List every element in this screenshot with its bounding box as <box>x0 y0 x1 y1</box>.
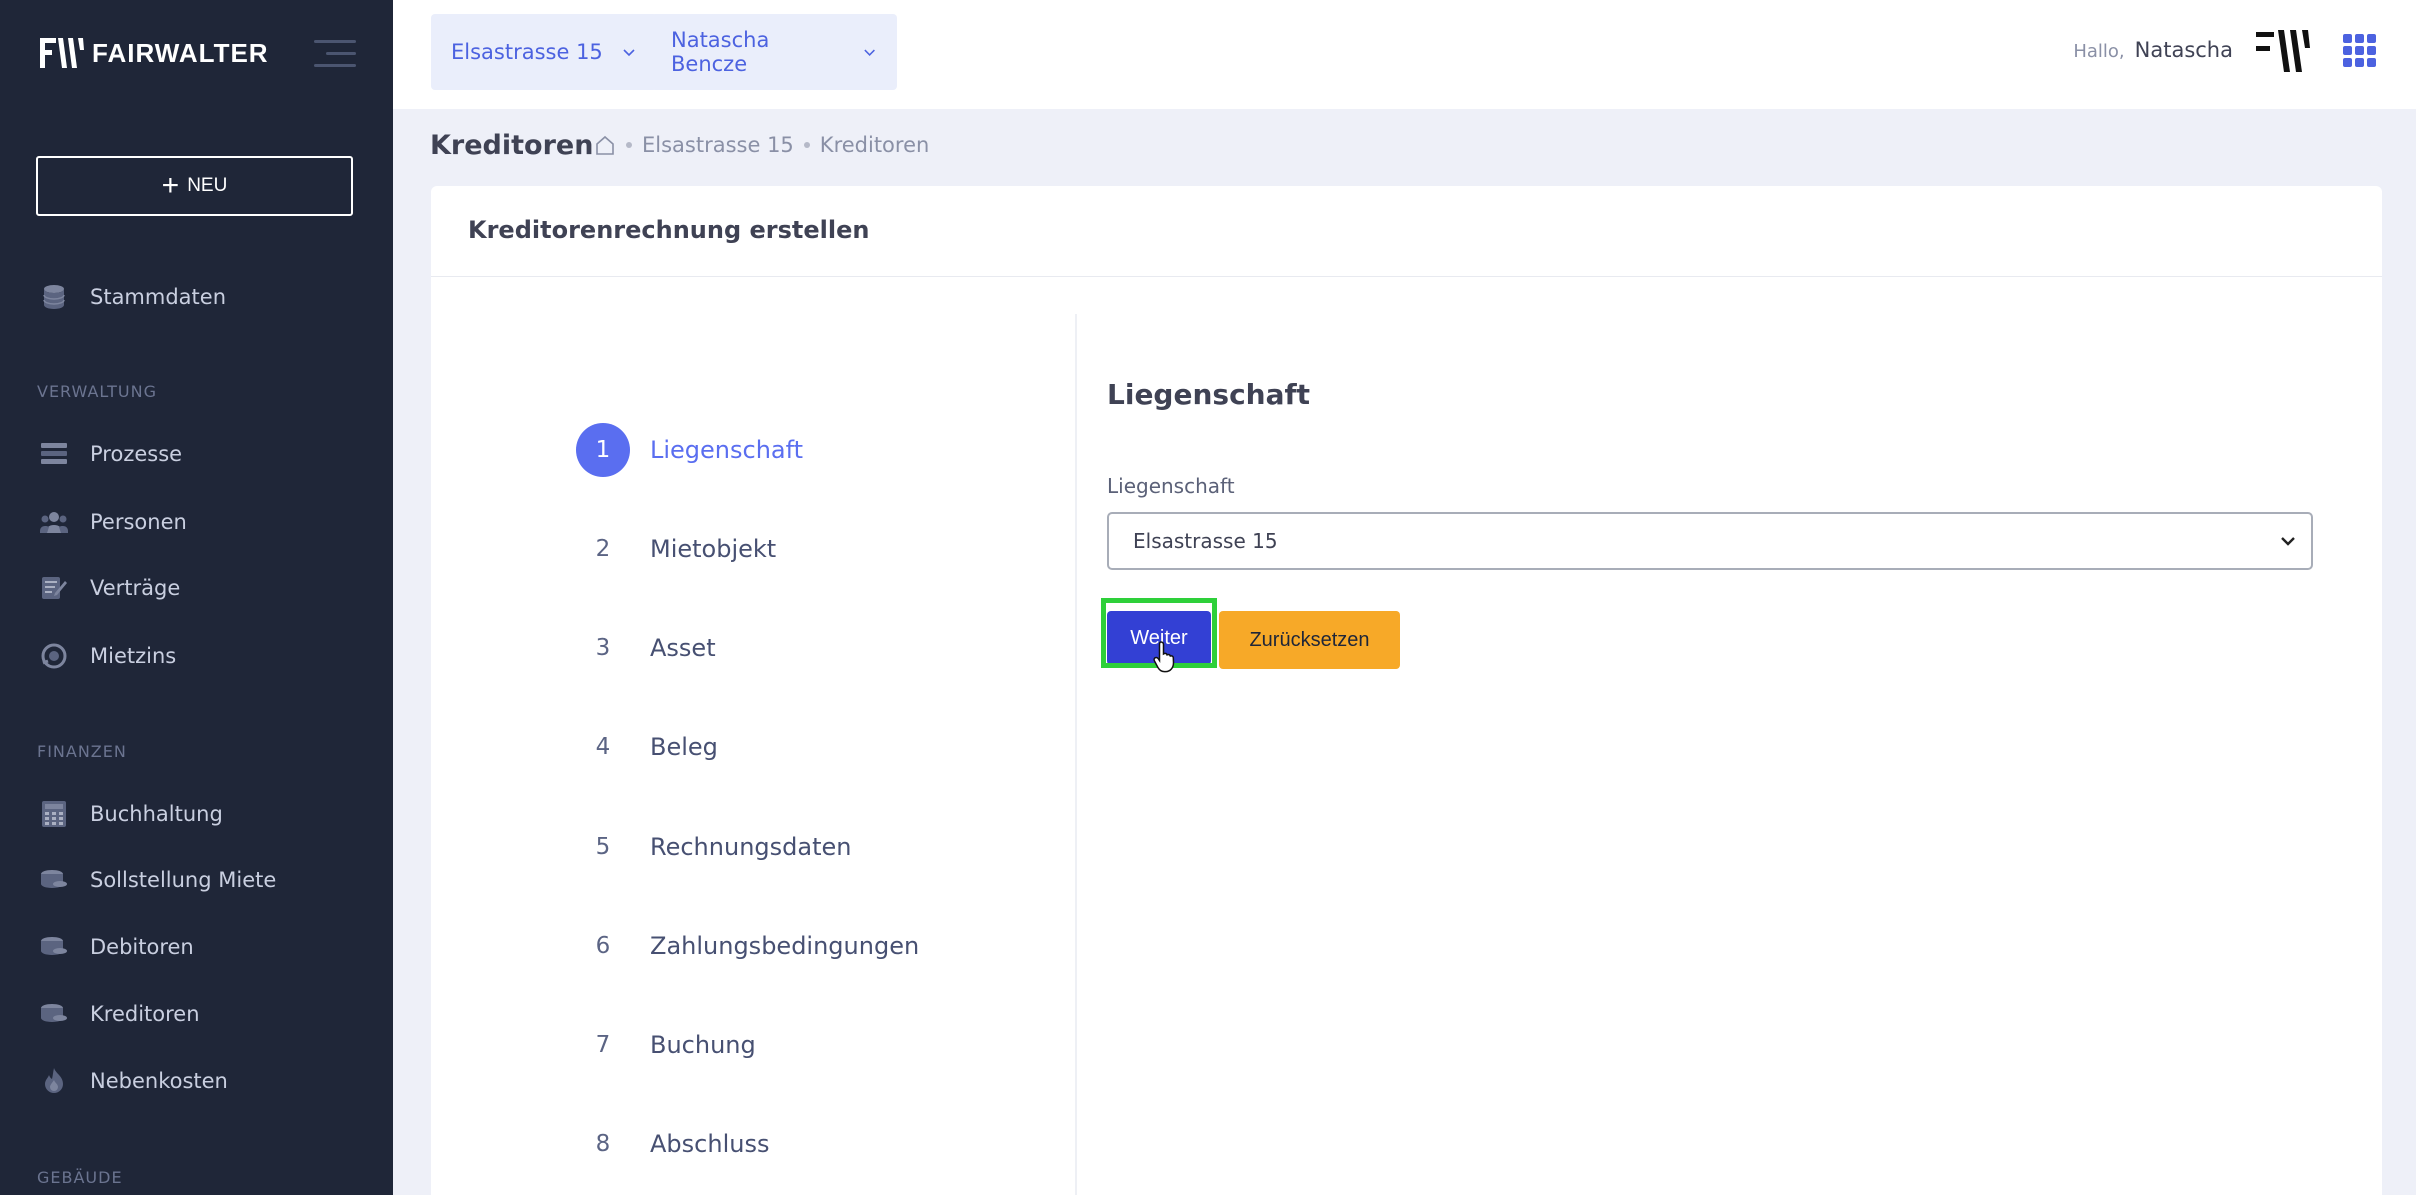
property-select-value: Elsastrasse 15 <box>451 40 603 64</box>
sidebar-item-label: Personen <box>90 510 187 534</box>
sidebar-item-label: Nebenkosten <box>90 1069 228 1093</box>
page-title: Kreditoren <box>430 130 594 161</box>
sidebar-item-vertraege[interactable]: Verträge <box>40 568 180 608</box>
next-button[interactable]: Weiter <box>1107 611 1211 665</box>
brand-name: FAIRWALTER <box>92 37 269 68</box>
calculator-icon <box>40 800 68 828</box>
chevron-down-icon <box>623 49 635 57</box>
step-number: 7 <box>595 1032 611 1058</box>
breadcrumb-item[interactable]: Kreditoren <box>820 133 930 157</box>
sidebar-item-buchhaltung[interactable]: Buchhaltung <box>40 794 223 834</box>
step-label: Zahlungsbedingungen <box>650 932 920 960</box>
breadcrumb-item[interactable]: Elsastrasse 15 <box>642 133 794 157</box>
chevron-down-icon <box>2281 537 2295 546</box>
sidebar-item-label: Stammdaten <box>90 285 227 309</box>
user-greeting[interactable]: Hallo, Natascha <box>2073 38 2233 62</box>
sidebar-item-label: Mietzins <box>90 644 177 668</box>
new-button[interactable]: + NEU <box>36 156 353 216</box>
wizard-step-rechnungsdaten[interactable]: 5 Rechnungsdaten <box>576 820 852 874</box>
breadcrumb: Elsastrasse 15 Kreditoren <box>594 133 929 157</box>
liegenschaft-select-value: Elsastrasse 15 <box>1133 529 1278 553</box>
form-heading: Liegenschaft <box>1107 378 1311 411</box>
step-label: Beleg <box>650 733 718 761</box>
card-header: Kreditorenrechnung erstellen <box>431 186 2382 277</box>
database-icon <box>40 283 68 311</box>
process-icon <box>40 440 68 468</box>
card-title: Kreditorenrechnung erstellen <box>468 216 870 244</box>
wizard-step-buchung[interactable]: 7 Buchung <box>576 1018 756 1072</box>
sidebar-item-label: Prozesse <box>90 442 183 466</box>
liegenschaft-label: Liegenschaft <box>1107 474 1235 498</box>
person-select-value: Natascha Bencze <box>671 28 770 76</box>
wizard-step-mietobjekt[interactable]: 2 Mietobjekt <box>576 522 777 576</box>
coins-icon <box>40 1000 68 1028</box>
wizard-step-abschluss[interactable]: 8 Abschluss <box>576 1117 770 1171</box>
property-select[interactable]: Elsastrasse 15 <box>431 14 657 90</box>
apps-grid-icon[interactable] <box>2343 34 2377 68</box>
person-select[interactable]: Natascha Bencze <box>651 14 897 90</box>
sidebar: FAIRWALTER + NEU Stammdaten VERWALTUNG P… <box>0 0 393 1195</box>
home-icon[interactable] <box>594 134 616 156</box>
sidebar-item-kreditoren[interactable]: Kreditoren <box>40 994 200 1034</box>
user-name: Natascha <box>2134 38 2233 62</box>
sidebar-item-personen[interactable]: Personen <box>40 502 187 542</box>
people-icon <box>40 508 68 536</box>
wizard-step-asset[interactable]: 3 Asset <box>576 621 716 675</box>
sidebar-item-stammdaten[interactable]: Stammdaten <box>40 277 226 317</box>
reset-button[interactable]: Zurücksetzen <box>1219 611 1400 669</box>
step-number: 8 <box>595 1131 611 1157</box>
contract-icon <box>40 574 68 602</box>
sidebar-toggle-icon[interactable] <box>314 40 356 68</box>
coin-icon <box>40 642 68 670</box>
step-label: Abschluss <box>650 1130 770 1158</box>
wizard-divider <box>1075 314 1077 1195</box>
sidebar-item-nebenkosten[interactable]: Nebenkosten <box>40 1061 228 1101</box>
flame-icon <box>40 1067 68 1095</box>
step-label: Liegenschaft <box>650 436 804 464</box>
plus-icon: + <box>161 169 180 202</box>
liegenschaft-select[interactable]: Elsastrasse 15 <box>1107 512 2313 570</box>
coins-icon <box>40 866 68 894</box>
step-number: 6 <box>595 933 611 959</box>
sidebar-item-mietzins[interactable]: Mietzins <box>40 636 176 676</box>
greeting-text: Hallo, <box>2073 41 2125 62</box>
sidebar-section-verwaltung: VERWALTUNG <box>37 382 157 401</box>
sidebar-item-label: Sollstellung Miete <box>90 868 277 892</box>
step-label: Buchung <box>650 1031 756 1059</box>
step-label: Mietobjekt <box>650 535 777 563</box>
step-label: Rechnungsdaten <box>650 833 852 861</box>
step-label: Asset <box>650 634 716 662</box>
sidebar-item-prozesse[interactable]: Prozesse <box>40 434 182 474</box>
wizard-step-zahlungsbedingungen[interactable]: 6 Zahlungsbedingungen <box>576 919 920 973</box>
sidebar-item-label: Kreditoren <box>90 1002 200 1026</box>
new-button-label: NEU <box>187 175 228 196</box>
topbar: Elsastrasse 15 Natascha Bencze Hallo, Na… <box>393 0 2416 109</box>
step-number: 1 <box>576 423 630 477</box>
fairwalter-logo-icon <box>40 36 84 70</box>
step-number: 5 <box>595 834 611 860</box>
breadcrumb-separator <box>626 142 632 148</box>
step-number: 2 <box>595 536 611 562</box>
wizard-card: Kreditorenrechnung erstellen 1 Liegensch… <box>431 186 2382 1195</box>
sidebar-item-label: Debitoren <box>90 935 194 959</box>
sidebar-item-sollstellung-miete[interactable]: Sollstellung Miete <box>40 860 276 900</box>
sidebar-item-label: Buchhaltung <box>90 802 223 826</box>
step-number: 4 <box>595 734 611 760</box>
step-number: 3 <box>595 635 611 661</box>
coins-icon <box>40 933 68 961</box>
wizard-step-beleg[interactable]: 4 Beleg <box>576 720 718 774</box>
chevron-down-icon <box>864 49 875 56</box>
sidebar-item-debitoren[interactable]: Debitoren <box>40 927 194 967</box>
sidebar-item-label: Verträge <box>90 576 181 600</box>
wizard-step-liegenschaft[interactable]: 1 Liegenschaft <box>576 423 803 477</box>
brand-logo[interactable]: FAIRWALTER <box>40 36 269 70</box>
user-avatar-logo-icon[interactable] <box>2254 26 2312 76</box>
sidebar-section-gebaeude: GEBÄUDE <box>37 1168 123 1187</box>
breadcrumb-separator <box>803 142 810 148</box>
sidebar-section-finanzen: FINANZEN <box>37 742 127 761</box>
